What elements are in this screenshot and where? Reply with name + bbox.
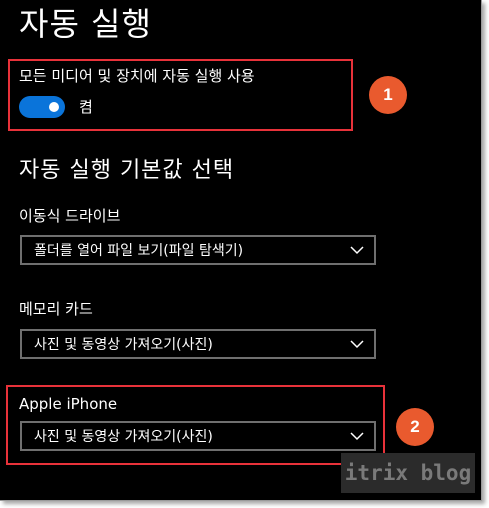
autoplay-toggle-state: 켬 [79, 98, 93, 116]
autoplay-settings-window: 자동 실행 모든 미디어 및 장치에 자동 실행 사용 켬 자동 실행 기본값 … [0, 0, 482, 501]
page-title: 자동 실행 [19, 5, 152, 43]
toggle-knob [49, 102, 59, 112]
removable-drive-value: 폴더를 열어 파일 보기(파일 탐색기) [34, 243, 244, 259]
chevron-down-icon [350, 432, 364, 441]
autoplay-toggle-label: 모든 미디어 및 장치에 자동 실행 사용 [19, 67, 255, 85]
removable-drive-dropdown[interactable]: 폴더를 열어 파일 보기(파일 탐색기) [20, 235, 376, 265]
memory-card-label: 메모리 카드 [19, 300, 93, 318]
memory-card-value: 사진 및 동영상 가져오기(사진) [34, 337, 213, 353]
iphone-value: 사진 및 동영상 가져오기(사진) [34, 429, 213, 445]
memory-card-dropdown[interactable]: 사진 및 동영상 가져오기(사진) [20, 329, 376, 359]
chevron-down-icon [350, 246, 364, 255]
removable-drive-label: 이동식 드라이브 [19, 207, 121, 225]
iphone-label: Apple iPhone [19, 395, 118, 413]
chevron-down-icon [350, 340, 364, 349]
annotation-badge-2: 2 [396, 408, 434, 446]
defaults-section-title: 자동 실행 기본값 선택 [19, 158, 235, 183]
iphone-dropdown[interactable]: 사진 및 동영상 가져오기(사진) [20, 421, 376, 451]
annotation-badge-1: 1 [369, 76, 407, 114]
autoplay-toggle[interactable] [19, 96, 65, 118]
watermark: itrix blog [341, 453, 475, 493]
